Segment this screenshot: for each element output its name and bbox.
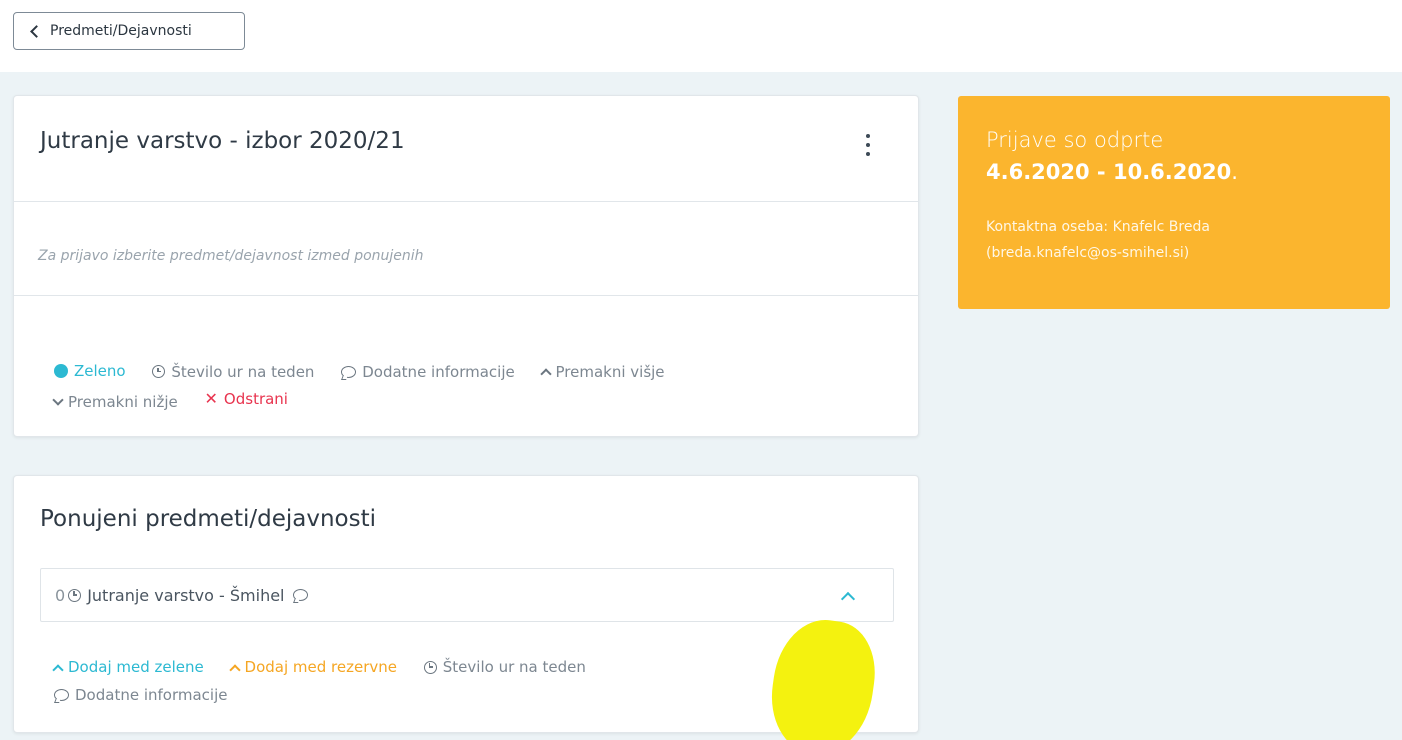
chevron-up-icon: [539, 368, 552, 380]
offered-item[interactable]: 0 Jutranje varstvo - Šmihel: [40, 568, 894, 740]
yellow-highlight-annotation: [764, 613, 882, 740]
back-button[interactable]: Predmeti/Dejavnosti: [13, 12, 245, 50]
back-button-label: Predmeti/Dejavnosti: [50, 23, 192, 39]
chevron-down-icon: [52, 394, 64, 406]
offered-card: Ponujeni predmeti/dejavnosti 0 Jutranje …: [13, 475, 919, 740]
comment-icon: [341, 366, 357, 378]
comment-icon: [54, 688, 69, 701]
clock-icon: [68, 588, 82, 602]
close-icon: ✕: [204, 389, 218, 408]
item-name: Jutranje varstvo - Šmihel: [87, 585, 285, 605]
top-bar: Predmeti/Dejavnosti: [0, 0, 1402, 72]
selection-card-title: Jutranje varstvo - izbor 2020/21: [40, 128, 405, 154]
legend-add-green: Dodaj med zelene: [52, 654, 204, 680]
offered-card-title: Ponujeni predmeti/dejavnosti: [40, 506, 376, 532]
dot-icon: [54, 364, 68, 378]
selection-hint: Za prijavo izberite predmet/dejavnost iz…: [38, 248, 424, 264]
offered-legend: Dodaj med zelene Dodaj med rezervne Štev…: [52, 654, 754, 709]
legend-info: Dodatne informacije: [54, 682, 227, 708]
legend-move-down: Premakni nižje: [52, 389, 178, 415]
panel-contact: Kontaktna oseba: Knafelc Breda (breda.kn…: [986, 214, 1362, 266]
comment-icon[interactable]: [292, 589, 308, 601]
legend-hours: Število ur na teden: [423, 654, 586, 680]
selection-legend: Zeleno Število ur na teden Dodatne infor…: [52, 358, 834, 415]
main-content: Jutranje varstvo - izbor 2020/21 Za prij…: [0, 72, 1402, 740]
kebab-menu-icon[interactable]: [863, 134, 873, 156]
item-count: 0: [55, 585, 66, 605]
chevron-up-icon: [228, 663, 241, 676]
legend-remove: ✕ Odstrani: [204, 389, 288, 408]
contact-email-link[interactable]: (breda.knafelc@os-smihel.si): [986, 245, 1189, 261]
legend-hours: Število ur na teden: [152, 359, 314, 385]
legend-move-up: Premakni višje: [539, 359, 665, 385]
legend-info: Dodatne informacije: [341, 359, 515, 385]
panel-dates: 4.6.2020 - 10.6.2020: [986, 160, 1232, 184]
contact-label: Kontaktna oseba: Knafelc Breda: [986, 219, 1210, 235]
expand-chevron-up-icon[interactable]: [840, 589, 857, 607]
clock-icon: [152, 365, 166, 378]
selection-card: Jutranje varstvo - izbor 2020/21 Za prij…: [13, 95, 919, 437]
registration-info-panel: Prijave so odprte 4.6.2020 - 10.6.2020. …: [958, 96, 1390, 309]
legend-green: Zeleno: [54, 358, 126, 384]
panel-heading: Prijave so odprte: [986, 128, 1164, 152]
legend-add-reserve: Dodaj med rezervne: [228, 654, 397, 680]
chevron-up-icon: [52, 663, 64, 676]
selection-hint-row: Za prijavo izberite predmet/dejavnost iz…: [14, 202, 918, 296]
panel-dates-suffix: .: [1231, 160, 1238, 184]
clock-icon: [423, 660, 437, 674]
selection-card-header: Jutranje varstvo - izbor 2020/21: [14, 96, 918, 202]
back-chevron-icon: [30, 25, 43, 38]
